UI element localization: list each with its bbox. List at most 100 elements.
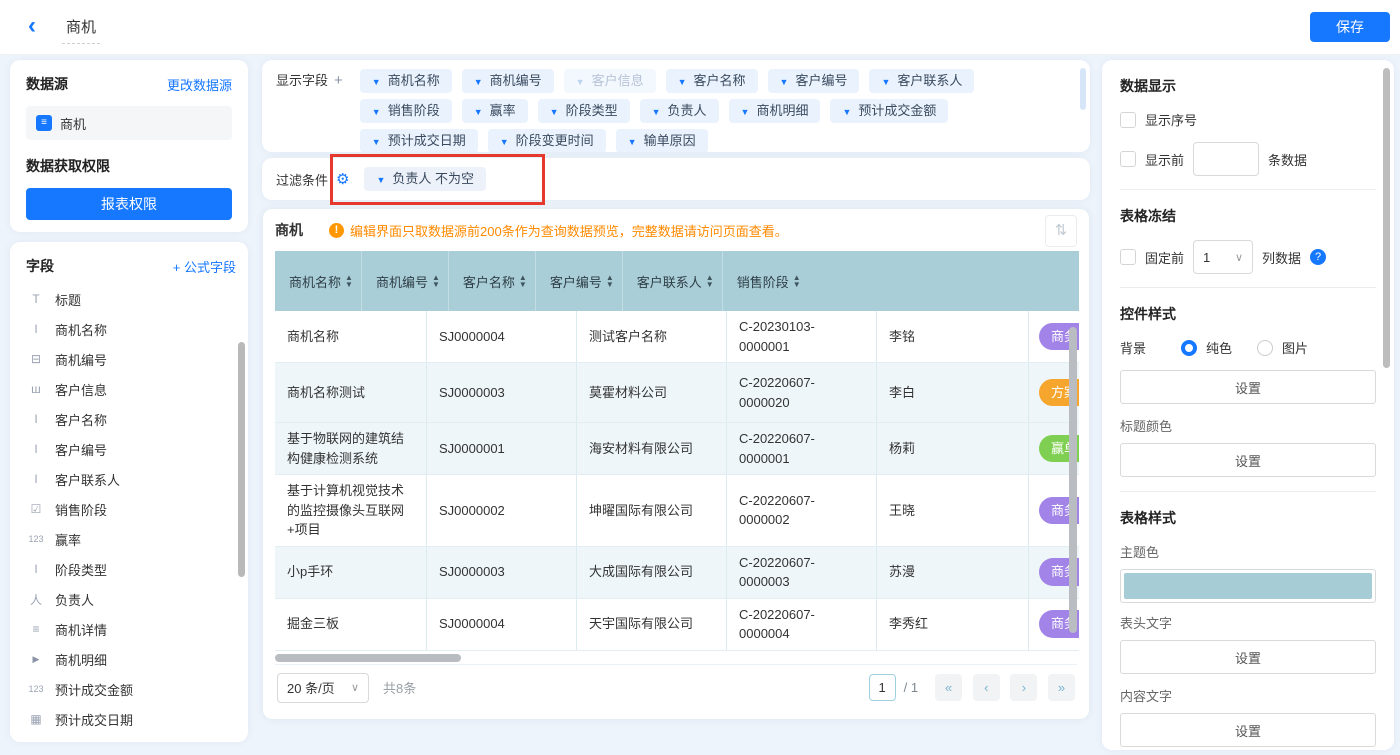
header-text-set-button[interactable]: 设置 [1120,640,1376,674]
field-item-label: 商机名称 [55,320,107,339]
preview-table: 商机名称 商机编号 客户名称 客户编号 [275,251,1079,664]
cell-opportunity-code: SJ0000003 [427,363,577,422]
field-item[interactable]: I 客户名称 [26,404,236,434]
display-field-tag[interactable]: 客户名称 [666,69,758,93]
cell-customer-code: C-20220607-0000001 [727,423,877,474]
display-field-tag[interactable]: 客户信息 [564,69,656,93]
table-vertical-scrollbar[interactable] [1069,327,1077,633]
page-size-value: 20 条/页 [287,678,335,697]
back-icon[interactable]: ‹ [28,13,36,39]
pager-button[interactable]: « [935,674,962,701]
field-item[interactable]: ш 客户信息 [26,374,236,404]
text-icon: I [26,472,46,486]
display-field-tag[interactable]: 客户编号 [768,69,860,93]
field-item[interactable]: 123 预计成交金额 [26,674,236,704]
freeze-count-value: 1 [1203,250,1210,265]
table-body: 商机名称 SJ0000004 测试客户名称 C-20230103-0000001… [275,311,1079,651]
divider [1120,287,1376,288]
datasource-item[interactable]: ≡ 商机 [26,106,232,140]
display-field-tag[interactable]: 商机明细 [729,99,821,123]
solid-color-radio[interactable] [1181,340,1197,356]
display-field-tag[interactable]: 销售阶段 [360,99,452,123]
filter-condition-tag[interactable]: 负责人 不为空 [364,167,486,191]
text-icon: I [26,562,46,576]
field-item[interactable]: ▦ 预计成交日期 [26,704,236,734]
document-icon: ≡ [36,115,52,131]
field-item[interactable]: T 标题 [26,284,236,314]
change-datasource-link[interactable]: 更改数据源 [167,75,232,94]
field-item[interactable]: ⊟ 商机编号 [26,344,236,374]
cell-opportunity-code: SJ0000004 [427,599,577,650]
fields-scrollbar[interactable] [238,342,245,577]
show-index-checkbox[interactable] [1120,112,1136,128]
display-field-tag[interactable]: 商机编号 [462,69,554,93]
display-field-tag[interactable]: 负责人 [640,99,719,123]
table-horizontal-scrollbar[interactable] [275,654,461,662]
column-header[interactable]: 销售阶段 [723,251,809,311]
column-header[interactable]: 商机编号 [362,251,449,311]
field-item[interactable]: I 客户联系人 [26,464,236,494]
detail-icon: ≡ [26,622,46,636]
field-item-label: 客户名称 [55,410,107,429]
field-item[interactable]: I 商机名称 [26,314,236,344]
field-item[interactable]: ☑ 销售阶段 [26,494,236,524]
show-first-count-input[interactable] [1193,142,1259,176]
display-fields-scrollbar[interactable] [1080,68,1086,110]
add-formula-field-link[interactable]: + 公式字段 [173,257,236,276]
autonum-icon: ⊟ [26,352,46,366]
field-item[interactable]: I 阶段类型 [26,554,236,584]
field-item[interactable]: I 客户编号 [26,434,236,464]
field-item[interactable]: 123 赢率 [26,524,236,554]
content-text-set-button[interactable]: 设置 [1120,713,1376,747]
field-list: T 标题 I 商机名称 ⊟ 商机编号 ш 客户信息 I 客户名称 [26,284,236,734]
pager-button[interactable]: › [1010,674,1037,701]
display-field-tag[interactable]: 阶段变更时间 [488,129,606,152]
page-title[interactable]: 商机 [62,16,100,44]
image-radio[interactable] [1257,340,1273,356]
column-header-label: 客户名称 [463,272,515,291]
cell-customer-code: C-20220607-0000002 [727,475,877,546]
cell-customer-name: 测试客户名称 [577,311,727,362]
gear-icon[interactable]: ⚙ [336,170,349,188]
sort-carets-icon [793,274,801,288]
display-field-tag[interactable]: 预计成交金额 [830,99,948,123]
display-field-tag[interactable]: 阶段类型 [538,99,630,123]
column-header[interactable]: 客户名称 [449,251,536,311]
help-icon[interactable]: ? [1310,249,1326,265]
theme-color-picker[interactable] [1120,569,1376,603]
row-order-icon[interactable]: ⇅ [1045,215,1077,247]
field-item-label: 商机详情 [55,620,107,639]
bg-color-set-button[interactable]: 设置 [1120,370,1376,404]
fields-title: 字段 [26,256,54,276]
settings-panel: 数据显示 显示序号 显示前 条数据 表格冻结 固定前 1 ∨ 列数据 ? 控件样… [1102,60,1394,750]
title-color-set-button[interactable]: 设置 [1120,443,1376,477]
display-field-tag[interactable]: 商机名称 [360,69,452,93]
number-icon: 123 [26,684,46,694]
pager-button[interactable]: ‹ [973,674,1000,701]
freeze-count-select[interactable]: 1 ∨ [1193,240,1253,274]
column-header[interactable]: 客户编号 [536,251,623,311]
freeze-checkbox[interactable] [1120,249,1136,265]
display-field-tag[interactable]: 输单原因 [616,129,708,152]
add-display-field-button[interactable]: + [334,66,343,146]
field-item[interactable]: ≡ 商机详情 [26,614,236,644]
cell-opportunity-name: 基于物联网的建筑结构健康检测系统 [275,423,427,474]
report-permission-button[interactable]: 报表权限 [26,188,232,220]
column-header[interactable]: 商机名称 [275,251,362,311]
save-button[interactable]: 保存 [1310,12,1390,42]
settings-scrollbar[interactable] [1383,68,1390,368]
display-field-tag[interactable]: 赢率 [462,99,528,123]
field-item[interactable]: ▶ 商机明细 [26,644,236,674]
show-index-label: 显示序号 [1145,110,1197,129]
display-field-tag[interactable]: 预计成交日期 [360,129,478,152]
display-field-tag[interactable]: 客户联系人 [869,69,974,93]
cell-opportunity-name: 基于计算机视觉技术的监控摄像头互联网+项目 [275,475,427,546]
theme-color-swatch [1124,573,1372,599]
page-number-input[interactable] [869,674,896,701]
page-size-select[interactable]: 20 条/页 ∨ [277,673,369,703]
pager-button[interactable]: » [1048,674,1075,701]
show-first-checkbox[interactable] [1120,151,1136,167]
field-item[interactable]: 人 负责人 [26,584,236,614]
column-header[interactable]: 客户联系人 [623,251,723,311]
subtable-icon: ▶ [26,654,46,665]
